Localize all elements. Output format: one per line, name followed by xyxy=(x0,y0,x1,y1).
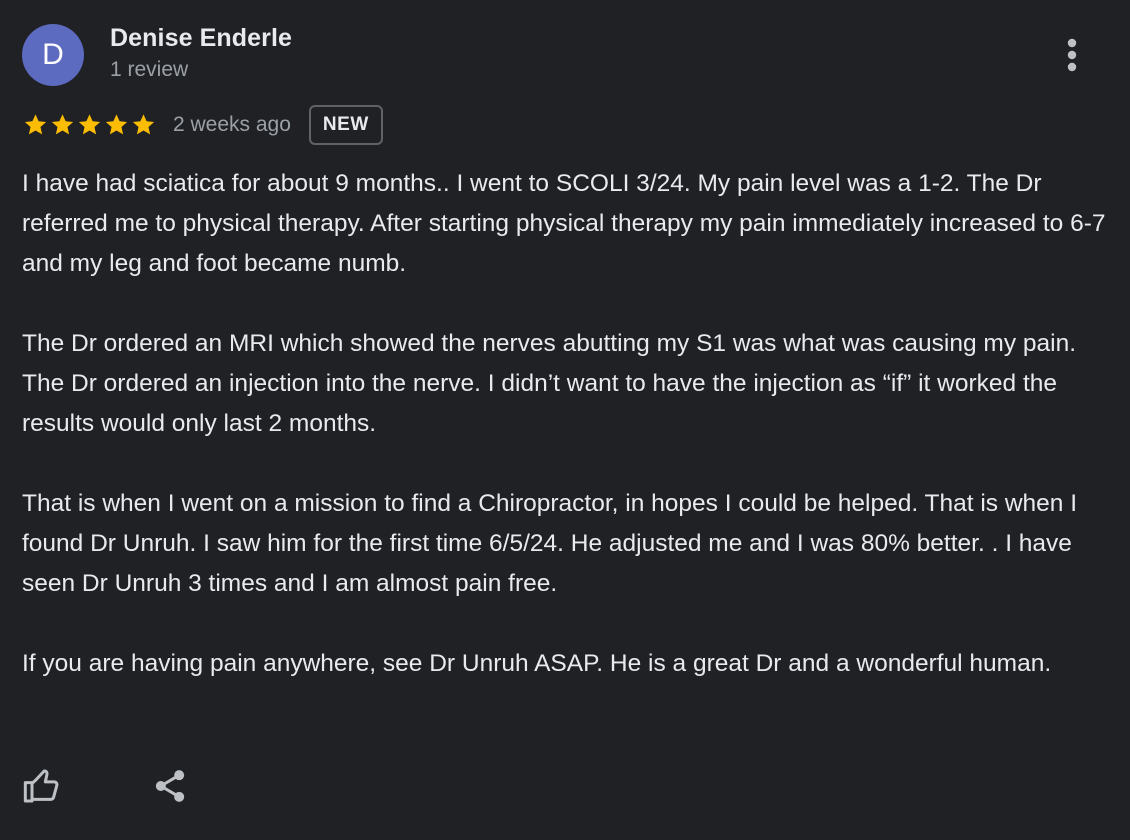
review-date: 2 weeks ago xyxy=(173,113,291,136)
more-options-button[interactable] xyxy=(1052,32,1092,78)
thumb-up-icon xyxy=(23,769,59,803)
star-icon xyxy=(24,114,47,135)
review-paragraph: I have had sciatica for about 9 months..… xyxy=(22,170,1106,277)
avatar[interactable]: D xyxy=(22,24,84,86)
like-button[interactable] xyxy=(20,764,64,808)
review-card: D Denise Enderle 1 review 2 weeks ago NE… xyxy=(0,0,1130,840)
rating-row: 2 weeks ago NEW xyxy=(22,104,383,146)
more-vert-icon xyxy=(1067,38,1077,72)
review-paragraph: The Dr ordered an MRI which showed the n… xyxy=(22,330,1077,437)
star-icon xyxy=(132,114,155,135)
avatar-initial: D xyxy=(42,38,64,71)
review-count: 1 review xyxy=(110,58,189,81)
share-icon xyxy=(155,770,185,802)
star-icon xyxy=(51,114,74,135)
new-badge: NEW xyxy=(308,105,383,145)
review-paragraph: If you are having pain anywhere, see Dr … xyxy=(22,650,1052,677)
star-icon xyxy=(105,114,128,135)
star-rating xyxy=(22,112,157,138)
star-icon xyxy=(78,114,101,135)
review-paragraph: That is when I went on a mission to find… xyxy=(22,490,1078,597)
review-text: I have had sciatica for about 9 months..… xyxy=(22,164,1112,724)
reviewer-name[interactable]: Denise Enderle xyxy=(110,24,292,53)
share-button[interactable] xyxy=(148,764,192,808)
